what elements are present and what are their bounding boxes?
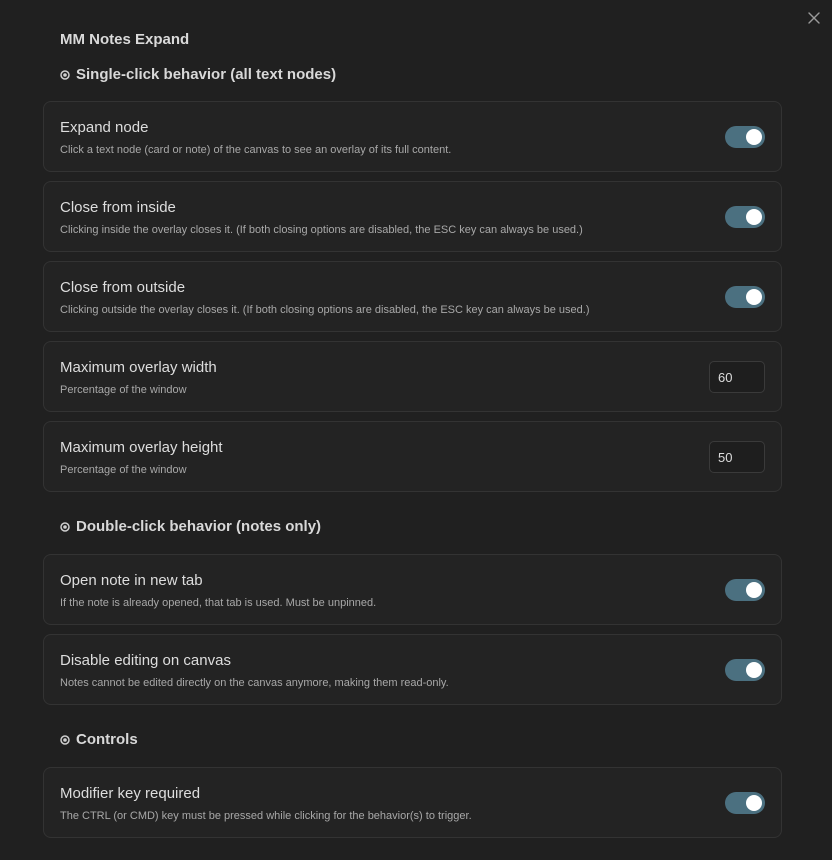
toggle-knob (746, 209, 762, 225)
close-from-inside-toggle[interactable] (725, 206, 765, 228)
setting-name: Maximum overlay height (60, 439, 223, 456)
setting-disable-editing: Disable editing on canvas Notes cannot b… (43, 634, 782, 705)
max-overlay-height-input[interactable] (709, 441, 765, 473)
toggle-knob (746, 795, 762, 811)
toggle-knob (746, 289, 762, 305)
setting-name: Disable editing on canvas (60, 652, 231, 669)
setting-name: Expand node (60, 119, 149, 136)
setting-description: Clicking outside the overlay closes it. … (60, 304, 590, 316)
close-from-outside-toggle[interactable] (725, 286, 765, 308)
setting-name: Maximum overlay width (60, 359, 217, 376)
toggle-knob (746, 129, 762, 145)
setting-description: Clicking inside the overlay closes it. (… (60, 224, 583, 236)
circle-dot-icon (60, 734, 70, 745)
setting-description: Notes cannot be edited directly on the c… (60, 677, 449, 689)
setting-description: If the note is already opened, that tab … (60, 597, 377, 609)
plugin-title: MM Notes Expand (60, 31, 190, 48)
expand-node-toggle[interactable] (725, 126, 765, 148)
setting-max-overlay-height: Maximum overlay height Percentage of the… (43, 421, 782, 492)
setting-name: Close from inside (60, 199, 176, 216)
setting-description: Click a text node (card or note) of the … (60, 144, 452, 156)
section-heading-label: Controls (76, 731, 138, 748)
setting-name: Close from outside (60, 279, 186, 296)
settings-modal: MM Notes Expand Single-click behavior (a… (0, 0, 832, 860)
close-icon (808, 12, 820, 24)
setting-expand-node: Expand node Click a text node (card or n… (43, 101, 782, 172)
circle-dot-icon (60, 69, 70, 80)
max-overlay-width-input[interactable] (709, 361, 765, 393)
toggle-knob (746, 662, 762, 678)
setting-max-overlay-width: Maximum overlay width Percentage of the … (43, 341, 782, 412)
setting-description: Percentage of the window (60, 384, 187, 396)
setting-description: Percentage of the window (60, 464, 187, 476)
setting-close-from-inside: Close from inside Clicking inside the ov… (43, 181, 782, 252)
section-heading-single-click: Single-click behavior (all text nodes) (60, 66, 336, 83)
setting-description: The CTRL (or CMD) key must be pressed wh… (60, 810, 472, 822)
modifier-key-toggle[interactable] (725, 792, 765, 814)
section-heading-double-click: Double-click behavior (notes only) (60, 518, 321, 535)
setting-name: Modifier key required (60, 785, 201, 802)
section-heading-label: Single-click behavior (all text nodes) (76, 66, 337, 83)
disable-editing-toggle[interactable] (725, 659, 765, 681)
setting-name: Open note in new tab (60, 572, 203, 589)
close-button[interactable] (804, 8, 824, 28)
setting-close-from-outside: Close from outside Clicking outside the … (43, 261, 782, 332)
toggle-knob (746, 582, 762, 598)
section-heading-controls: Controls (60, 731, 138, 748)
open-note-new-tab-toggle[interactable] (725, 579, 765, 601)
circle-dot-icon (60, 521, 70, 532)
setting-modifier-key-required: Modifier key required The CTRL (or CMD) … (43, 767, 782, 838)
setting-open-note-new-tab: Open note in new tab If the note is alre… (43, 554, 782, 625)
section-heading-label: Double-click behavior (notes only) (76, 518, 322, 535)
